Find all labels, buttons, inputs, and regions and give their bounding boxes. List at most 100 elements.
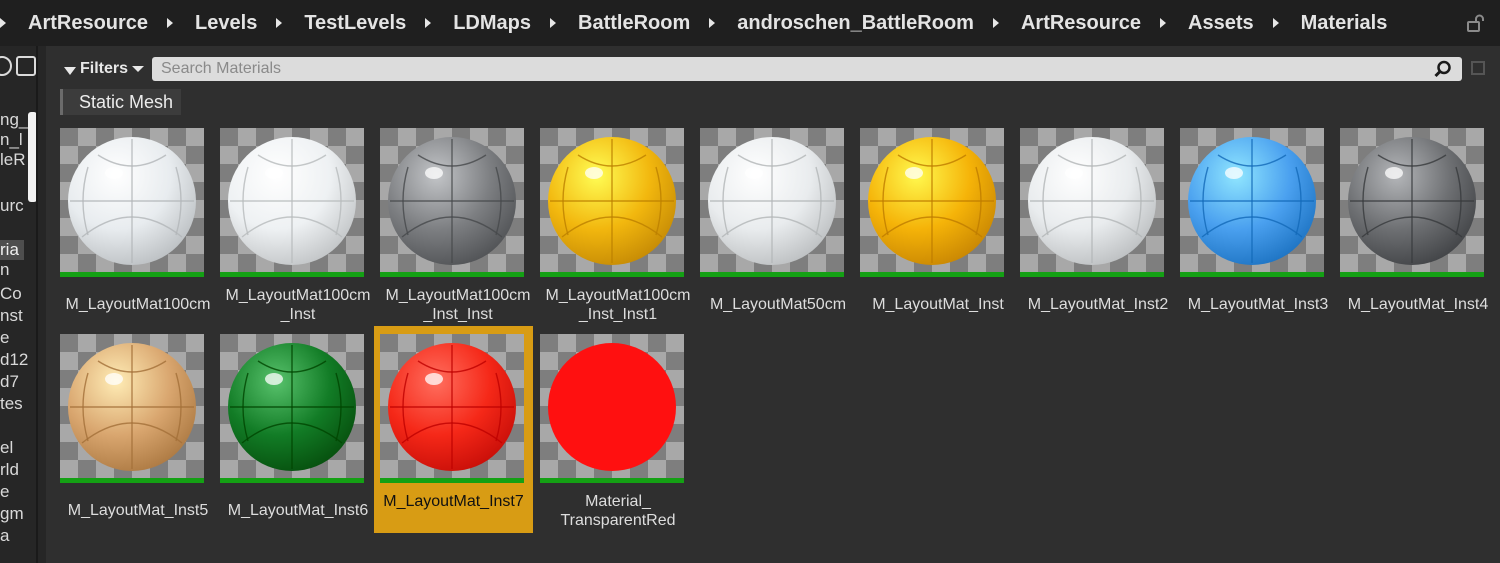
- material-sphere-preview: [1348, 137, 1476, 265]
- folder-tree-panel: ng_ n_l leR urc ria n Co nst e d12 d7 tes el rld e gm a: [0, 46, 46, 563]
- breadcrumb-separator-icon[interactable]: [276, 18, 283, 28]
- material-sphere-preview: [1028, 137, 1156, 265]
- folder-tree-item[interactable]: el: [0, 438, 13, 458]
- breadcrumb-separator-icon[interactable]: [992, 18, 999, 28]
- material-sphere-preview: [548, 137, 676, 265]
- breadcrumb-item[interactable]: Levels: [195, 12, 257, 35]
- asset-thumbnail: [540, 128, 684, 277]
- asset-thumbnail: [380, 128, 524, 277]
- save-search-icon[interactable]: [1471, 61, 1485, 75]
- material-sphere-preview: [228, 137, 356, 265]
- asset-name: M_LayoutMat50cm: [709, 296, 847, 313]
- asset-name: M_LayoutMat_Inst3: [1187, 296, 1329, 313]
- folder-tree-item[interactable]: Co: [0, 284, 22, 304]
- asset-name: M_LayoutMat100cm _Inst: [225, 287, 371, 323]
- chevron-down-icon: [132, 66, 145, 72]
- asset-thumbnail: [860, 128, 1004, 277]
- folder-tree-item[interactable]: gm: [0, 504, 24, 524]
- material-sphere-preview: [868, 137, 996, 265]
- asset-name: M_LayoutMat100cm _Inst_Inst1: [545, 287, 691, 323]
- material-sphere-preview: [388, 137, 516, 265]
- filter-chip-static-mesh[interactable]: Static Mesh: [60, 89, 182, 115]
- asset-name: M_LayoutMat_Inst2: [1027, 296, 1169, 313]
- breadcrumb-separator-icon[interactable]: [0, 18, 6, 28]
- breadcrumb-item[interactable]: Materials: [1301, 12, 1388, 35]
- panel-divider[interactable]: [36, 46, 38, 563]
- asset-tile[interactable]: M_LayoutMat_Inst: [858, 128, 1018, 328]
- asset-name: M_LayoutMat_Inst6: [227, 502, 369, 519]
- breadcrumb-item[interactable]: TestLevels: [304, 12, 406, 35]
- folder-tree-item[interactable]: rld: [0, 460, 19, 480]
- asset-name: M_LayoutMat_Inst7: [383, 493, 524, 510]
- asset-name: M_LayoutMat_Inst5: [67, 502, 209, 519]
- history-icon[interactable]: [0, 56, 12, 76]
- folder-tree-item[interactable]: d7: [0, 372, 19, 392]
- asset-name: M_LayoutMat_Inst: [872, 296, 1004, 313]
- lock-icon[interactable]: [1466, 14, 1484, 32]
- breadcrumb-item[interactable]: ArtResource: [1021, 12, 1141, 35]
- asset-tile[interactable]: M_LayoutMat_Inst4: [1338, 128, 1498, 328]
- material-sphere-preview: [68, 343, 196, 471]
- asset-tile[interactable]: M_LayoutMat100cm: [58, 128, 218, 328]
- breadcrumb-bar: ArtResource Levels TestLevels LDMaps BattleR…: [0, 0, 1500, 46]
- search-box[interactable]: [152, 57, 1462, 81]
- list-view-icon[interactable]: [16, 56, 36, 76]
- asset-thumbnail: [1020, 128, 1164, 277]
- asset-tile[interactable]: M_LayoutMat_Inst5: [58, 334, 218, 534]
- asset-tile[interactable]: M_LayoutMat100cm _Inst: [218, 128, 378, 328]
- folder-tree-item[interactable]: e: [0, 328, 9, 348]
- asset-thumbnail: [220, 334, 364, 483]
- asset-thumbnail: [220, 128, 364, 277]
- asset-name: M_LayoutMat100cm: [65, 296, 211, 313]
- folder-tree-item[interactable]: ria: [0, 240, 24, 260]
- folder-tree-item[interactable]: d12: [0, 350, 28, 370]
- folder-tree-item[interactable]: nst: [0, 306, 23, 326]
- asset-thumbnail: [60, 128, 204, 277]
- asset-tile[interactable]: M_LayoutMat50cm: [698, 128, 858, 328]
- breadcrumb: ArtResource Levels TestLevels LDMaps BattleR…: [0, 0, 1387, 46]
- breadcrumb-item[interactable]: BattleRoom: [578, 12, 690, 35]
- asset-thumbnail: [380, 334, 524, 483]
- asset-name: Material_ TransparentRed: [560, 493, 676, 529]
- asset-tile[interactable]: Material_ TransparentRed: [538, 334, 698, 534]
- search-input[interactable]: [152, 57, 1422, 81]
- breadcrumb-item[interactable]: LDMaps: [453, 12, 531, 35]
- asset-tile[interactable]: M_LayoutMat_Inst6: [218, 334, 378, 534]
- folder-tree-item[interactable]: n_l: [0, 130, 23, 150]
- folder-tree-item[interactable]: e: [0, 482, 9, 502]
- breadcrumb-separator-icon[interactable]: [167, 18, 174, 28]
- material-sphere-preview: [548, 343, 676, 471]
- asset-tile[interactable]: M_LayoutMat_Inst7: [374, 326, 533, 533]
- asset-tile[interactable]: M_LayoutMat_Inst3: [1178, 128, 1338, 328]
- breadcrumb-separator-icon[interactable]: [709, 18, 716, 28]
- asset-thumbnail: [1340, 128, 1484, 277]
- folder-tree-item[interactable]: a: [0, 526, 9, 546]
- filters-button[interactable]: Filters: [64, 58, 145, 80]
- material-sphere-preview: [388, 343, 516, 471]
- search-icon[interactable]: [1434, 60, 1452, 78]
- asset-name: M_LayoutMat100cm _Inst_Inst: [385, 287, 531, 323]
- asset-thumbnail: [700, 128, 844, 277]
- folder-tree-item[interactable]: tes: [0, 394, 23, 414]
- breadcrumb-item[interactable]: androschen_BattleRoom: [737, 12, 974, 35]
- folder-tree-item[interactable]: urc: [0, 196, 24, 216]
- folder-tree-item[interactable]: ng_: [0, 110, 28, 130]
- tree-toolbar: [0, 56, 36, 80]
- breadcrumb-separator-icon[interactable]: [425, 18, 432, 28]
- asset-name: M_LayoutMat_Inst4: [1347, 296, 1489, 313]
- asset-tile[interactable]: M_LayoutMat_Inst2: [1018, 128, 1178, 328]
- folder-tree-item[interactable]: leR: [0, 150, 26, 170]
- asset-thumbnail: [1180, 128, 1324, 277]
- breadcrumb-item[interactable]: ArtResource: [28, 12, 148, 35]
- material-sphere-preview: [68, 137, 196, 265]
- folder-tree-item[interactable]: n: [0, 260, 9, 280]
- breadcrumb-separator-icon[interactable]: [1272, 18, 1279, 28]
- breadcrumb-item[interactable]: Assets: [1188, 12, 1254, 35]
- breadcrumb-separator-icon[interactable]: [1160, 18, 1167, 28]
- asset-tile[interactable]: M_LayoutMat100cm _Inst_Inst1: [538, 128, 698, 328]
- breadcrumb-separator-icon[interactable]: [550, 18, 557, 28]
- material-sphere-preview: [228, 343, 356, 471]
- material-sphere-preview: [1188, 137, 1316, 265]
- asset-tile[interactable]: M_LayoutMat100cm _Inst_Inst: [378, 128, 538, 328]
- filters-label: Filters: [80, 60, 129, 77]
